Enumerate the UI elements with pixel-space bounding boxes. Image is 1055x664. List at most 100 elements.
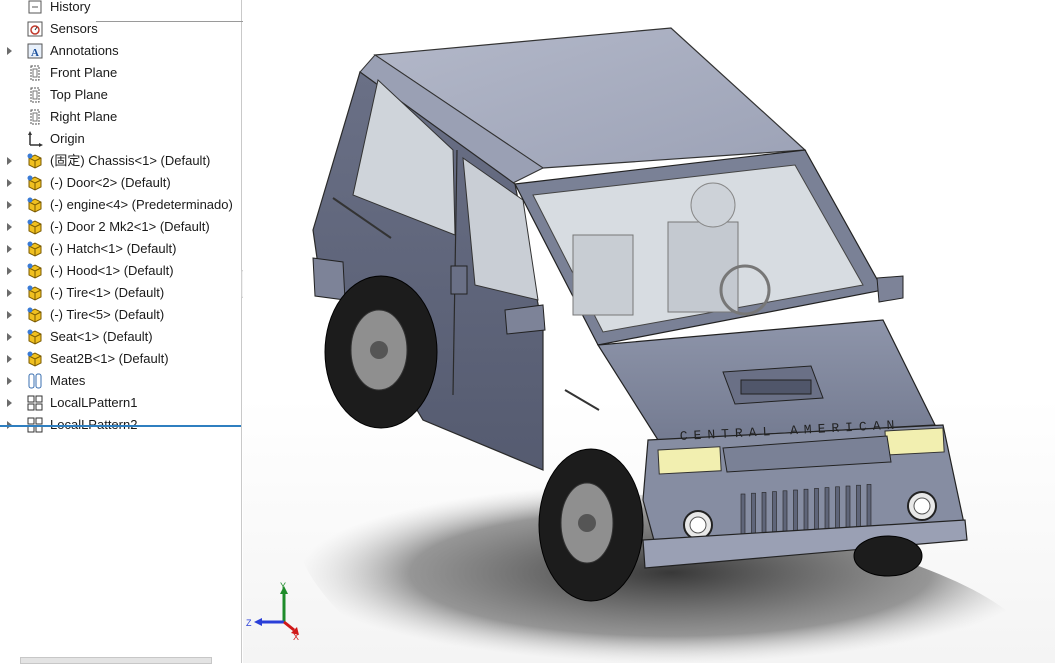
tree-item-label: Mates: [50, 373, 86, 388]
grille-slat: [866, 484, 872, 527]
tree-item-label: Seat<1> (Default): [50, 329, 153, 344]
grille-slat: [782, 490, 788, 534]
tree-item-label: (-) Hood<1> (Default): [50, 263, 174, 278]
tree-item-label: (-) engine<4> (Predeterminado): [50, 197, 233, 212]
tree-item-label: Origin: [50, 131, 85, 146]
triad-x-axis: [283, 620, 295, 632]
tree-item-label: Right Plane: [50, 109, 118, 124]
grille-slat: [803, 488, 809, 532]
triad-x-label: X: [293, 632, 299, 640]
part-icon: [26, 284, 44, 302]
tree-item-label: (固定) Chassis<1> (Default): [50, 153, 211, 168]
expand-arrow-icon[interactable]: [7, 157, 12, 165]
expand-arrow-icon[interactable]: [7, 179, 12, 187]
part-icon: [26, 350, 44, 368]
part-icon: [26, 306, 44, 324]
expand-arrow-icon[interactable]: [7, 245, 12, 253]
grille-slat: [772, 491, 777, 534]
annotations-icon: A: [26, 42, 44, 60]
graphics-area[interactable]: CENTRAL AMERICAN: [243, 0, 1055, 663]
expand-arrow-icon[interactable]: [7, 223, 12, 231]
tree-item[interactable]: (固定) Chassis<1> (Default): [0, 150, 240, 172]
tree-item[interactable]: (-) Tire<1> (Default): [0, 282, 240, 304]
expand-arrow-icon[interactable]: [7, 333, 12, 341]
grille-slat: [845, 485, 851, 529]
tree-item[interactable]: A Annotations: [0, 40, 240, 62]
tree-item[interactable]: Mates: [0, 370, 240, 392]
tree-item-label: Annotations: [50, 43, 119, 58]
part-icon: [26, 196, 44, 214]
triad-z-arrow: [254, 618, 262, 626]
tree-item[interactable]: (-) Door<2> (Default): [0, 172, 240, 194]
tree-item-label: (-) Tire<1> (Default): [50, 285, 165, 300]
grille-slat: [814, 488, 819, 531]
grille-slat: [835, 486, 840, 530]
plane-icon: [26, 86, 44, 104]
plane-icon: [26, 64, 44, 82]
door-handle: [450, 265, 468, 295]
tree-item[interactable]: LocalLPattern1: [0, 392, 240, 414]
pattern-icon: [26, 394, 44, 412]
grille-slat: [751, 492, 756, 536]
side-trim-lower: [564, 389, 600, 411]
fog-lamp-left-inner: [689, 516, 707, 534]
triad-y-label: Y: [280, 581, 286, 591]
part-icon: [26, 174, 44, 192]
plane-icon: [26, 108, 44, 126]
tree-item[interactable]: History: [0, 0, 240, 18]
expand-arrow-icon[interactable]: [7, 399, 12, 407]
interior-seat: [667, 221, 739, 313]
hood-scoop-opening: [740, 379, 812, 395]
grille-slat: [824, 487, 830, 530]
tree-item[interactable]: (-) engine<4> (Predeterminado): [0, 194, 240, 216]
tree-item[interactable]: Front Plane: [0, 62, 240, 84]
tree-item-label: Front Plane: [50, 65, 118, 80]
history-icon: [26, 0, 44, 16]
interior-dome: [690, 182, 736, 228]
tree-item[interactable]: Top Plane: [0, 84, 240, 106]
grille-slat: [761, 492, 767, 535]
grille-slat: [740, 493, 746, 537]
expand-arrow-icon[interactable]: [7, 289, 12, 297]
side-mirror-right: [876, 275, 904, 303]
expand-arrow-icon[interactable]: [7, 267, 12, 275]
tree-item[interactable]: Seat<1> (Default): [0, 326, 240, 348]
part-icon: [26, 152, 44, 170]
triad-z-label: Z: [246, 618, 252, 628]
expand-arrow-icon[interactable]: [7, 355, 12, 363]
tree-item[interactable]: (-) Door 2 Mk2<1> (Default): [0, 216, 240, 238]
feature-manager-tree: History Sensors A Annotations Front Plane Top…: [0, 0, 242, 664]
origin-icon: [26, 130, 44, 148]
tree-item-label: Seat2B<1> (Default): [50, 351, 169, 366]
tree-item-label: Top Plane: [50, 87, 108, 102]
rear-hub-cap: [370, 341, 388, 359]
tree-item[interactable]: (-) Hatch<1> (Default): [0, 238, 240, 260]
tree-item-label: LocalLPattern1: [50, 395, 138, 410]
grille-slat: [793, 489, 798, 533]
tree-item[interactable]: (-) Hood<1> (Default): [0, 260, 240, 282]
tree-item[interactable]: Origin: [0, 128, 240, 150]
front-right-tire: [853, 535, 923, 577]
part-icon: [26, 262, 44, 280]
part-icon: [26, 240, 44, 258]
headlight-left: [657, 446, 722, 475]
reference-triad: Y Z X: [246, 581, 299, 640]
rear-bumper-corner: [312, 257, 346, 301]
part-icon: [26, 218, 44, 236]
sensors-icon: [26, 20, 44, 38]
part-icon: [26, 328, 44, 346]
side-mirror-left: [504, 304, 546, 335]
expand-arrow-icon[interactable]: [7, 47, 12, 55]
tree-item[interactable]: (-) Tire<5> (Default): [0, 304, 240, 326]
tree-item[interactable]: Right Plane: [0, 106, 240, 128]
expand-arrow-icon[interactable]: [7, 201, 12, 209]
expand-arrow-icon[interactable]: [7, 311, 12, 319]
car-model-view[interactable]: CENTRAL AMERICAN: [243, 0, 1055, 663]
mates-icon: [26, 372, 44, 390]
rollback-bar[interactable]: [0, 425, 241, 427]
tree-item-label: (-) Door<2> (Default): [50, 175, 171, 190]
front-hub-cap: [578, 514, 596, 532]
expand-arrow-icon[interactable]: [7, 377, 12, 385]
tree-item-label: (-) Hatch<1> (Default): [50, 241, 177, 256]
tree-item[interactable]: Seat2B<1> (Default): [0, 348, 240, 370]
